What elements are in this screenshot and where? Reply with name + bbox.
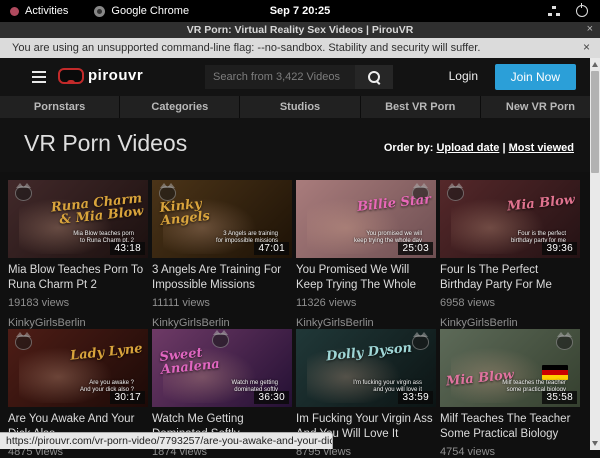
video-thumbnail[interactable]: Dolly Dyson I'm fucking your virgin assa… (296, 329, 436, 407)
studio-cat-logo-icon (412, 335, 429, 350)
video-card: Mia Blow Four is the perfectbirthday par… (440, 180, 580, 329)
page-title: VR Porn Videos (24, 130, 187, 157)
order-by-label: Order by: (384, 142, 434, 154)
window-close-icon[interactable]: × (587, 23, 593, 35)
order-link-most-viewed[interactable]: Most viewed (509, 142, 574, 154)
video-card: Runa Charm & Mia Blow Mia Blow teaches p… (8, 180, 148, 329)
german-flag-icon (542, 365, 568, 380)
vr-goggles-icon (58, 68, 84, 84)
thumbnail-overlay-title: Sweet Analena (159, 341, 256, 377)
app-menu-label: Google Chrome (111, 5, 189, 17)
thumbnail-overlay-title: Lady Lyne (70, 342, 144, 363)
video-thumbnail[interactable]: Sweet Analena Watch me gettingdominated … (152, 329, 292, 407)
view-count: 11326 views (296, 297, 436, 309)
clock[interactable]: Sep 7 20:25 (0, 5, 600, 17)
duration-badge: 35:58 (542, 391, 577, 404)
search-button[interactable] (355, 65, 393, 89)
video-title-link[interactable]: 3 Angels Are Training For Impossible Mis… (152, 263, 292, 292)
view-count: 19183 views (8, 297, 148, 309)
duration-badge: 33:59 (398, 391, 433, 404)
thumbnail-overlay-title: Mia Blow (506, 194, 575, 214)
login-link[interactable]: Login (449, 69, 478, 83)
nav-item-categories[interactable]: Categories (119, 96, 239, 118)
main-nav: Pornstars Categories Studios Best VR Por… (0, 96, 600, 118)
activities-indicator-icon (10, 7, 19, 16)
browser-title-bar: VR Porn: Virtual Reality Sex Videos | Pi… (0, 22, 600, 38)
studio-cat-logo-icon (556, 335, 573, 350)
studio-cat-logo-icon (15, 186, 32, 201)
window-title: VR Porn: Virtual Reality Sex Videos | Pi… (187, 24, 414, 36)
video-grid-row-1: Runa Charm & Mia Blow Mia Blow teaches p… (8, 180, 580, 329)
duration-badge: 43:18 (110, 242, 145, 255)
studio-link[interactable]: KinkyGirlsBerlin (296, 317, 436, 329)
nav-item-pornstars[interactable]: Pornstars (0, 96, 119, 118)
thumbnail-overlay-title: Billie Star (356, 193, 431, 214)
studio-cat-logo-icon (15, 335, 32, 350)
chrome-infobar: You are using an unsupported command-lin… (0, 38, 600, 58)
activities-button[interactable]: Activities (10, 5, 68, 17)
nav-item-best-vr-porn[interactable]: Best VR Porn (360, 96, 480, 118)
video-title-link[interactable]: Four Is The Perfect Birthday Party For M… (440, 263, 580, 292)
view-count: 4754 views (440, 446, 580, 458)
site-logo[interactable]: pirouvr (58, 67, 143, 84)
order-by-controls: Order by: Upload date | Most viewed (384, 142, 574, 154)
join-now-button[interactable]: Join Now (495, 64, 576, 90)
view-count: 11111 views (152, 297, 292, 309)
desktop-top-bar: Activities Google Chrome Sep 7 20:25 (0, 0, 600, 22)
video-title-link[interactable]: Mia Blow Teaches Porn To Runa Charm Pt 2 (8, 263, 148, 292)
order-separator: | (499, 142, 508, 154)
scroll-up-icon[interactable] (592, 62, 598, 67)
video-card: Kinky Angels 3 Angels are trainingfor im… (152, 180, 292, 329)
video-title-link[interactable]: Milf Teaches The Teacher Some Practical … (440, 412, 580, 441)
vertical-scrollbar[interactable] (590, 58, 600, 450)
activities-label: Activities (25, 5, 68, 17)
scrollbar-thumb[interactable] (591, 71, 599, 173)
order-link-upload-date[interactable]: Upload date (436, 142, 499, 154)
nav-item-studios[interactable]: Studios (239, 96, 359, 118)
status-url-tooltip: https://pirouvr.com/vr-porn-video/779325… (0, 432, 333, 449)
nav-item-new-vr-porn[interactable]: New VR Porn (480, 96, 600, 118)
thumbnail-overlay-title: Runa Charm & Mia Blow (47, 192, 144, 228)
infobar-close-icon[interactable]: × (583, 40, 590, 54)
thumbnail-overlay-title: Dolly Dyson (326, 342, 413, 364)
network-icon[interactable] (548, 6, 560, 16)
menu-icon[interactable] (32, 71, 46, 83)
studio-link[interactable]: KinkyGirlsBerlin (152, 317, 292, 329)
infobar-message: You are using an unsupported command-lin… (12, 42, 480, 54)
video-thumbnail[interactable]: Mia Blow Milf teaches the teachersome pr… (440, 329, 580, 407)
app-menu-google-chrome[interactable]: Google Chrome (94, 5, 189, 17)
video-thumbnail[interactable]: Billie Star You promised we willkeep try… (296, 180, 436, 258)
search-icon (368, 71, 380, 83)
duration-badge: 30:17 (110, 391, 145, 404)
video-card: Billie Star You promised we willkeep try… (296, 180, 436, 329)
video-thumbnail[interactable]: Mia Blow Four is the perfectbirthday par… (440, 180, 580, 258)
logo-text: pirouvr (88, 67, 143, 84)
power-icon[interactable] (576, 5, 588, 17)
video-thumbnail[interactable]: Runa Charm & Mia Blow Mia Blow teaches p… (8, 180, 148, 258)
video-thumbnail[interactable]: Lady Lyne Are you awake ?And your dick a… (8, 329, 148, 407)
studio-link[interactable]: KinkyGirlsBerlin (8, 317, 148, 329)
chrome-icon (94, 6, 105, 17)
search-input[interactable] (205, 65, 355, 89)
video-title-link[interactable]: You Promised We Will Keep Trying The Who… (296, 263, 436, 292)
video-card: Mia Blow Milf teaches the teachersome pr… (440, 329, 580, 458)
studio-cat-logo-icon (447, 186, 464, 201)
scroll-down-icon[interactable] (592, 441, 598, 446)
page-heading-row: VR Porn Videos Order by: Upload date | M… (0, 118, 600, 172)
site-header: pirouvr Login Join Now (0, 58, 600, 96)
duration-badge: 39:36 (542, 242, 577, 255)
studio-link[interactable]: KinkyGirlsBerlin (440, 317, 580, 329)
view-count: 6958 views (440, 297, 580, 309)
duration-badge: 47:01 (254, 242, 289, 255)
duration-badge: 36:30 (254, 391, 289, 404)
video-thumbnail[interactable]: Kinky Angels 3 Angels are trainingfor im… (152, 180, 292, 258)
duration-badge: 25:03 (398, 242, 433, 255)
